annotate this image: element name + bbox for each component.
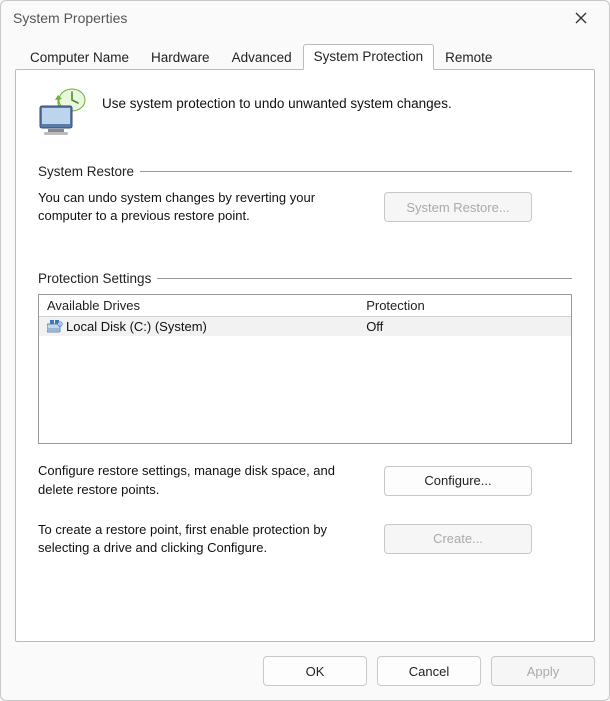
- tab-advanced[interactable]: Advanced: [221, 45, 303, 70]
- system-properties-window: System Properties Computer Name Hardware…: [0, 0, 610, 701]
- drive-icon: [47, 320, 63, 334]
- group-system-restore: System Restore You can undo system chang…: [38, 164, 572, 225]
- drives-table[interactable]: Available Drives Protection: [38, 294, 572, 444]
- titlebar: System Properties: [1, 1, 609, 35]
- dialog-button-row: OK Cancel Apply: [1, 646, 609, 700]
- intro-text: Use system protection to undo unwanted s…: [102, 96, 452, 111]
- tab-remote[interactable]: Remote: [434, 45, 503, 70]
- restore-monitor-icon: [38, 88, 88, 134]
- drive-protection-status: Off: [358, 317, 571, 336]
- column-header-protection[interactable]: Protection: [358, 295, 571, 316]
- apply-button[interactable]: Apply: [491, 656, 595, 686]
- ok-button[interactable]: OK: [263, 656, 367, 686]
- tab-computer-name[interactable]: Computer Name: [19, 45, 140, 70]
- configure-button[interactable]: Configure...: [384, 466, 532, 496]
- system-restore-button[interactable]: System Restore...: [384, 192, 532, 222]
- tab-strip: Computer Name Hardware Advanced System P…: [1, 35, 609, 69]
- group-title-protection: Protection Settings: [38, 271, 151, 286]
- divider: [140, 171, 572, 172]
- intro-row: Use system protection to undo unwanted s…: [38, 88, 572, 134]
- drive-name: Local Disk (C:) (System): [66, 319, 207, 334]
- group-protection-settings: Protection Settings Available Drives Pro…: [38, 271, 572, 557]
- tab-hardware[interactable]: Hardware: [140, 45, 221, 70]
- column-header-drives[interactable]: Available Drives: [39, 295, 358, 316]
- create-description: To create a restore point, first enable …: [38, 521, 368, 557]
- restore-description: You can undo system changes by reverting…: [38, 189, 368, 225]
- close-icon[interactable]: [559, 1, 603, 35]
- window-title: System Properties: [13, 10, 127, 26]
- create-button[interactable]: Create...: [384, 524, 532, 554]
- tab-panel-system-protection: Use system protection to undo unwanted s…: [15, 69, 595, 642]
- cancel-button[interactable]: Cancel: [377, 656, 481, 686]
- table-header: Available Drives Protection: [39, 295, 571, 317]
- configure-description: Configure restore settings, manage disk …: [38, 462, 368, 498]
- group-title-restore: System Restore: [38, 164, 134, 179]
- tab-system-protection[interactable]: System Protection: [303, 44, 435, 70]
- divider: [157, 278, 572, 279]
- table-row[interactable]: Local Disk (C:) (System) Off: [39, 317, 571, 336]
